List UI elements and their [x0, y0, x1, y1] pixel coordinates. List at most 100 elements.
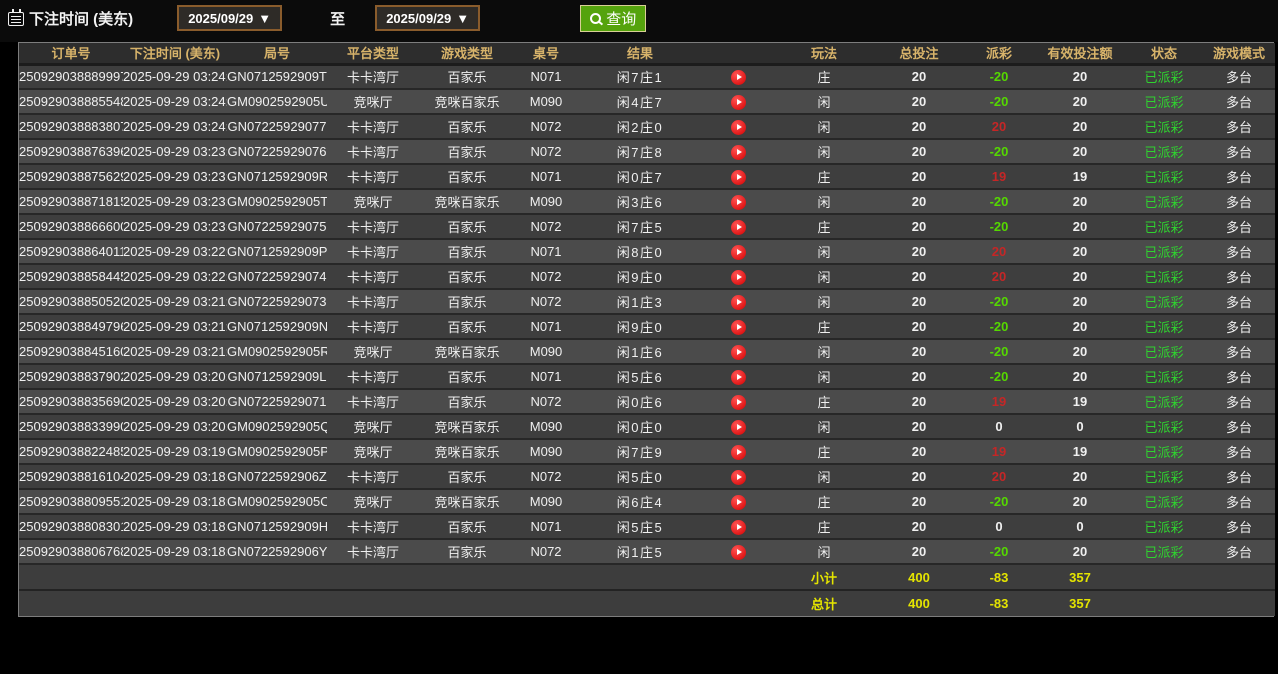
- platform-cell: 竞咪厅: [327, 439, 419, 465]
- result-cell: 闲1庄3: [577, 289, 703, 315]
- play-icon: [736, 73, 742, 80]
- date-from-value: 2025/09/29: [188, 10, 254, 26]
- col-total-bet: 总投注: [875, 43, 963, 66]
- platform-cell: 竞咪厅: [327, 414, 419, 440]
- play-video-button[interactable]: [730, 444, 746, 460]
- play-video-button[interactable]: [730, 94, 746, 110]
- bet-type-cell: 庄: [773, 389, 875, 415]
- payout-cell: 0: [963, 414, 1035, 440]
- bet-type-cell: 庄: [773, 314, 875, 340]
- date-from-select[interactable]: 2025/09/29 ▼: [177, 5, 283, 31]
- play-video-button[interactable]: [730, 119, 746, 135]
- table-row: 250929038864011 2025-09-29 03:22:51 GN07…: [19, 239, 1275, 265]
- round-id-cell: GN0712592909N: [227, 314, 327, 340]
- play-video-button[interactable]: [730, 394, 746, 410]
- play-icon: [736, 298, 742, 305]
- play-video-button[interactable]: [730, 219, 746, 235]
- payout-cell: -20: [963, 89, 1035, 115]
- valid-bet-cell: 19: [1035, 439, 1125, 465]
- play-icon: [736, 548, 742, 555]
- payout-cell: 0: [963, 514, 1035, 540]
- game-type-cell: 百家乐: [419, 364, 515, 390]
- order-id-cell: 250929038858445: [19, 264, 123, 290]
- table-no-cell: N072: [515, 139, 577, 165]
- valid-bet-cell: 20: [1035, 339, 1125, 365]
- query-button-label: 查询: [606, 10, 637, 28]
- table-row: 250929038835690 2025-09-29 03:20:33 GN07…: [19, 389, 1275, 415]
- total-bet-cell: 20: [875, 189, 963, 215]
- play-video-button[interactable]: [730, 519, 746, 535]
- subtotal-label: 小计: [773, 563, 875, 590]
- game-mode-cell: 多台: [1203, 339, 1275, 365]
- table-row: 250929038806768 2025-09-29 03:18:12 GN07…: [19, 539, 1275, 565]
- game-type-cell: 百家乐: [419, 64, 515, 90]
- play-video-button[interactable]: [730, 319, 746, 335]
- play-video-button[interactable]: [730, 269, 746, 285]
- bet-type-cell: 庄: [773, 489, 875, 515]
- play-video-button[interactable]: [730, 69, 746, 85]
- replay-cell: [703, 539, 773, 565]
- play-video-button[interactable]: [730, 344, 746, 360]
- play-video-button[interactable]: [730, 144, 746, 160]
- play-icon: [736, 423, 742, 430]
- play-video-button[interactable]: [730, 469, 746, 485]
- play-video-button[interactable]: [730, 194, 746, 210]
- order-id-cell: 250929038871815: [19, 189, 123, 215]
- bet-time-cell: 2025-09-29 03:24:21: [123, 114, 227, 140]
- valid-bet-cell: 20: [1035, 114, 1125, 140]
- play-video-button[interactable]: [730, 169, 746, 185]
- game-type-cell: 竞咪百家乐: [419, 339, 515, 365]
- play-icon: [736, 523, 742, 530]
- status-cell: 已派彩: [1125, 64, 1203, 90]
- round-id-cell: GN07225929074: [227, 264, 327, 290]
- query-button[interactable]: 查询: [580, 4, 647, 32]
- replay-cell: [703, 489, 773, 515]
- result-cell: 闲0庄6: [577, 389, 703, 415]
- play-icon: [736, 348, 742, 355]
- bet-time-cell: 2025-09-29 03:22:51: [123, 239, 227, 265]
- total-payout: -83: [963, 589, 1035, 616]
- game-mode-cell: 多台: [1203, 239, 1275, 265]
- platform-cell: 卡卡湾厅: [327, 539, 419, 565]
- game-mode-cell: 多台: [1203, 114, 1275, 140]
- total-bet-cell: 20: [875, 539, 963, 565]
- play-video-button[interactable]: [730, 294, 746, 310]
- game-mode-cell: 多台: [1203, 489, 1275, 515]
- play-video-button[interactable]: [730, 244, 746, 260]
- game-type-cell: 百家乐: [419, 389, 515, 415]
- replay-cell: [703, 239, 773, 265]
- round-id-cell: GN0722592906Y: [227, 539, 327, 565]
- game-type-cell: 百家乐: [419, 314, 515, 340]
- platform-cell: 卡卡湾厅: [327, 464, 419, 490]
- play-video-button[interactable]: [730, 494, 746, 510]
- game-type-cell: 百家乐: [419, 239, 515, 265]
- game-mode-cell: 多台: [1203, 514, 1275, 540]
- bet-time-cell: 2025-09-29 03:20:33: [123, 389, 227, 415]
- round-id-cell: GM0902592905T: [227, 189, 327, 215]
- order-id-cell: 250929038808301: [19, 514, 123, 540]
- table-row: 250929038833990 2025-09-29 03:20:24 GM09…: [19, 414, 1275, 440]
- play-video-button[interactable]: [730, 544, 746, 560]
- payout-cell: 20: [963, 114, 1035, 140]
- valid-bet-cell: 20: [1035, 189, 1125, 215]
- platform-cell: 竞咪厅: [327, 489, 419, 515]
- platform-cell: 卡卡湾厅: [327, 139, 419, 165]
- bet-type-cell: 庄: [773, 514, 875, 540]
- date-to-select[interactable]: 2025/09/29 ▼: [375, 5, 481, 31]
- play-video-button[interactable]: [730, 369, 746, 385]
- replay-cell: [703, 139, 773, 165]
- play-video-button[interactable]: [730, 419, 746, 435]
- subtotal-payout: -83: [963, 563, 1035, 590]
- bet-type-cell: 闲: [773, 464, 875, 490]
- bet-type-cell: 闲: [773, 339, 875, 365]
- table-row: 250929038889997 2025-09-29 03:24:51 GN07…: [19, 64, 1275, 90]
- table-row: 250929038845160 2025-09-29 03:21:24 GM09…: [19, 339, 1275, 365]
- table-no-cell: N071: [515, 64, 577, 90]
- bet-time-cell: 2025-09-29 03:23:27: [123, 189, 227, 215]
- platform-cell: 卡卡湾厅: [327, 289, 419, 315]
- play-icon: [736, 173, 742, 180]
- bet-type-cell: 闲: [773, 139, 875, 165]
- col-table-no: 桌号: [515, 43, 577, 66]
- valid-bet-cell: 20: [1035, 214, 1125, 240]
- play-icon: [736, 323, 742, 330]
